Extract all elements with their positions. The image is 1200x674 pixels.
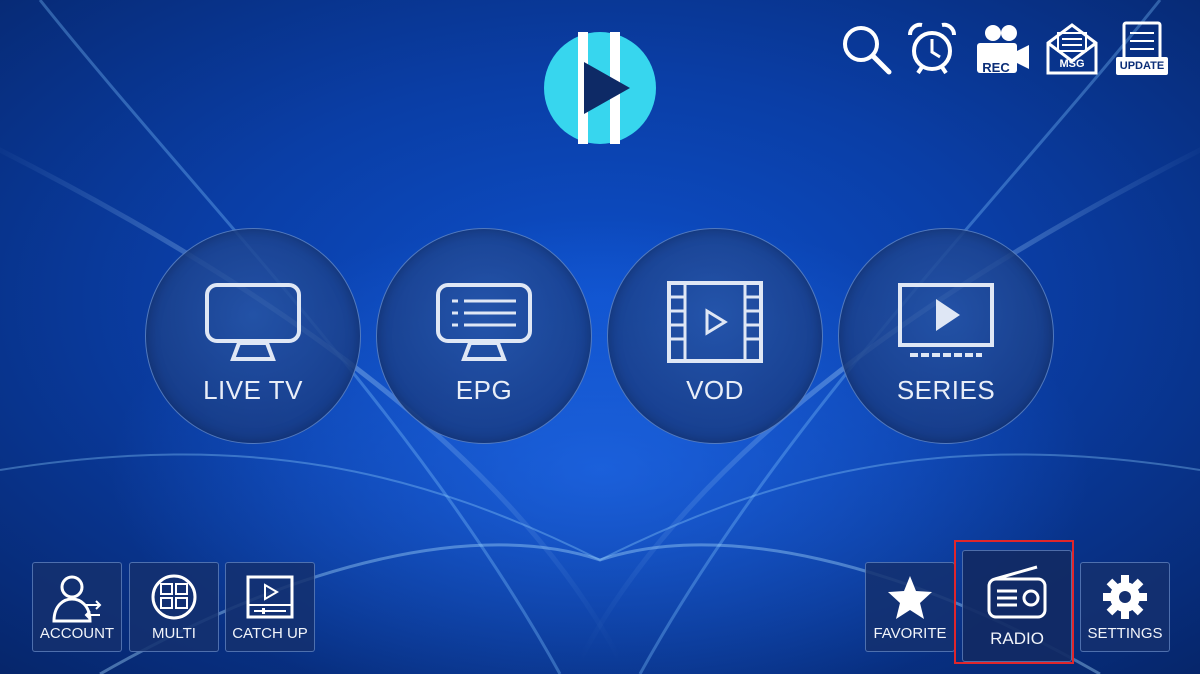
- epg-guide-icon: [436, 283, 532, 361]
- epg-label: EPG: [455, 375, 513, 405]
- catch-up-button[interactable]: CATCH UP: [225, 562, 315, 652]
- vod-button[interactable]: VOD: [607, 228, 823, 444]
- gear-icon: [1103, 575, 1147, 619]
- series-button[interactable]: SERIES: [838, 228, 1054, 444]
- account-user-icon: [52, 575, 102, 623]
- alarm-button[interactable]: [902, 22, 962, 76]
- update-label: UPDATE: [1119, 60, 1165, 72]
- favorite-label: FAVORITE: [873, 625, 947, 642]
- account-button[interactable]: ACCOUNT: [32, 562, 122, 652]
- search-button[interactable]: [838, 22, 894, 76]
- catch-up-player-icon: [246, 575, 294, 619]
- radio-icon: [987, 565, 1047, 619]
- star-icon: [888, 576, 932, 619]
- multi-label: MULTI: [152, 625, 196, 642]
- live-tv-button[interactable]: LIVE TV: [145, 228, 361, 444]
- settings-button[interactable]: SETTINGS: [1080, 562, 1170, 652]
- rec-label: REC: [982, 60, 1010, 75]
- favorite-button[interactable]: FAVORITE: [865, 562, 955, 652]
- series-label: SERIES: [896, 375, 996, 405]
- live-tv-label: LIVE TV: [203, 375, 303, 405]
- radio-button[interactable]: RADIO: [962, 550, 1072, 662]
- search-icon: [843, 26, 892, 75]
- multi-button[interactable]: MULTI: [129, 562, 219, 652]
- catch-up-label: CATCH UP: [232, 625, 308, 642]
- tv-icon: [205, 283, 301, 361]
- epg-button[interactable]: EPG: [376, 228, 592, 444]
- settings-label: SETTINGS: [1087, 625, 1163, 642]
- vod-label: VOD: [686, 375, 744, 405]
- alarm-clock-icon: [908, 22, 956, 75]
- app-logo: [544, 32, 656, 144]
- account-label: ACCOUNT: [39, 625, 115, 642]
- film-play-icon: [667, 281, 763, 363]
- series-play-icon: [898, 283, 994, 357]
- multi-screen-icon: [151, 574, 197, 620]
- msg-label: MSG: [1059, 58, 1085, 70]
- radio-label: RADIO: [990, 629, 1044, 648]
